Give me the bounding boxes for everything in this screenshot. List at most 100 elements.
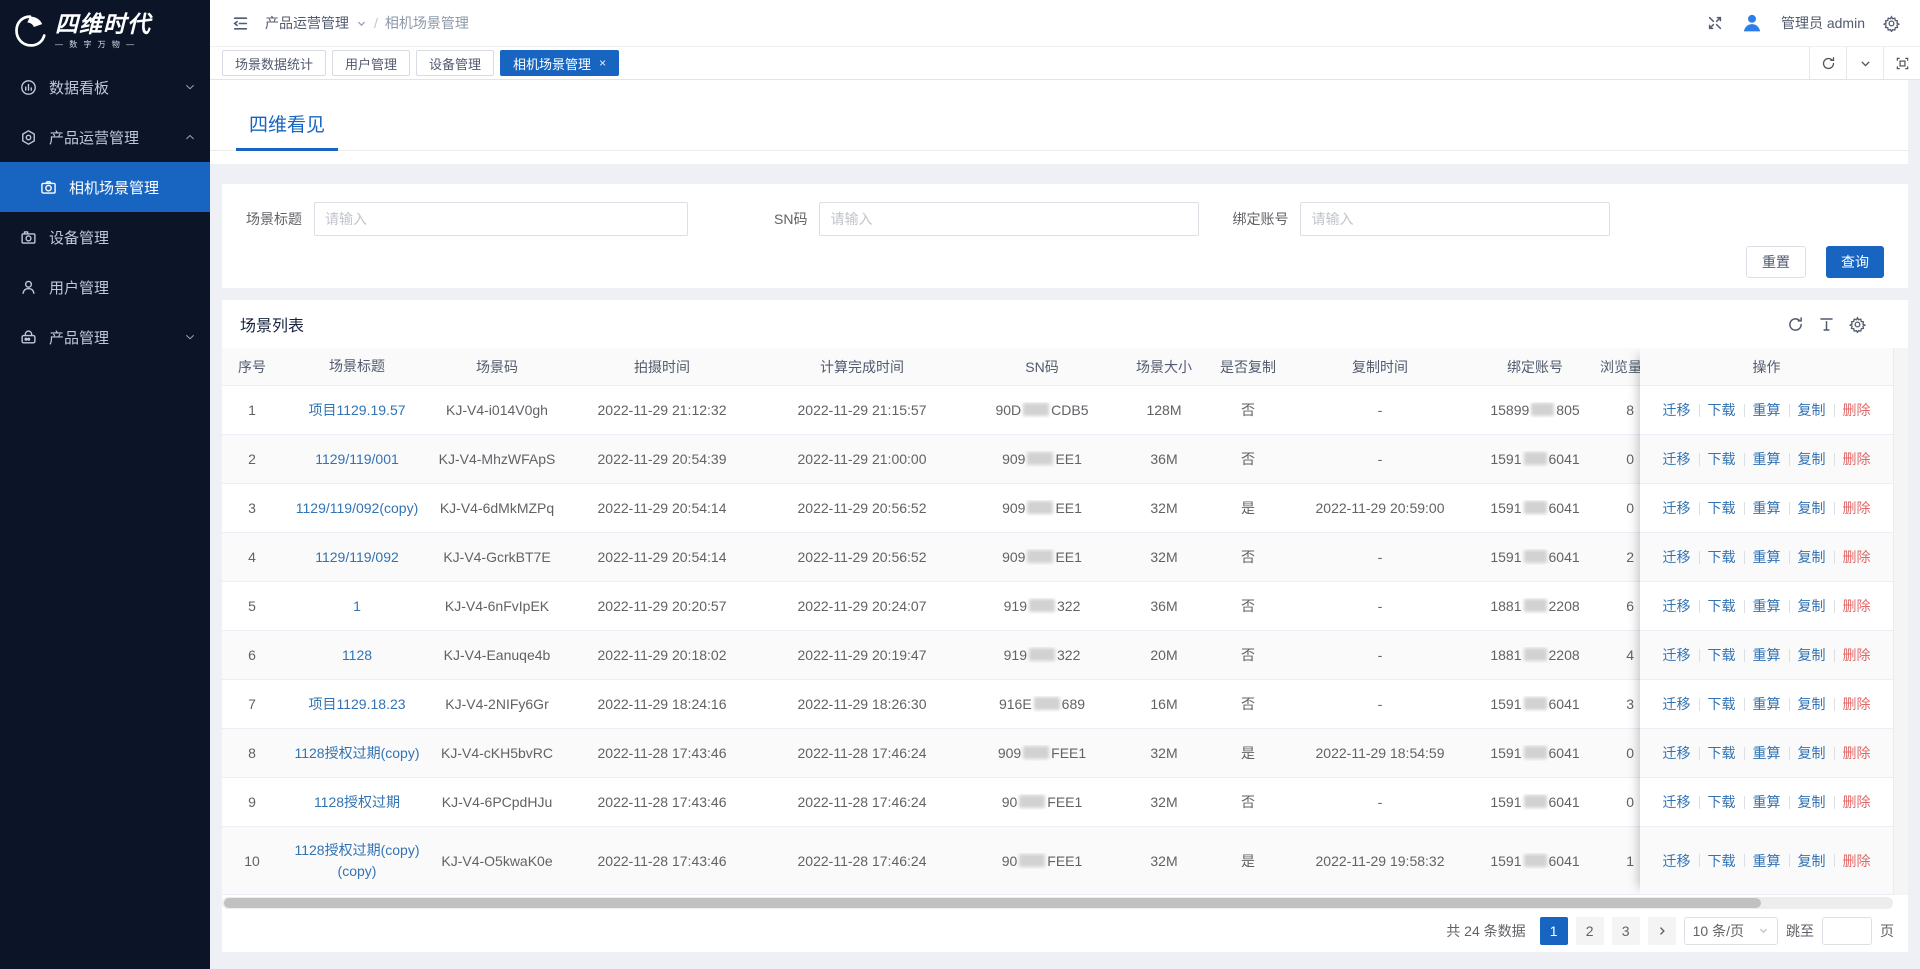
scene-title-link[interactable]: 1128授权过期	[314, 794, 400, 810]
migrate-action-link[interactable]: 迁移	[1663, 743, 1691, 763]
scene-title-link[interactable]: 项目1129.18.23	[308, 696, 405, 712]
migrate-action-link[interactable]: 迁移	[1663, 400, 1691, 420]
nav-tab-场景数据统计[interactable]: 场景数据统计	[222, 50, 326, 76]
download-action-link[interactable]: 下载	[1708, 596, 1736, 616]
scene-title-link[interactable]: 1129/119/092	[315, 549, 399, 565]
recompute-action-link[interactable]: 重算	[1753, 743, 1781, 763]
tab-siwei-kanjian[interactable]: 四维看见	[236, 110, 338, 151]
recompute-action-link[interactable]: 重算	[1753, 596, 1781, 616]
nav-tab-用户管理[interactable]: 用户管理	[332, 50, 410, 76]
scene-title-link[interactable]: 1129/119/092(copy)	[296, 500, 418, 516]
page-size-select[interactable]: 10 条/页	[1684, 917, 1778, 945]
download-action-link[interactable]: 下载	[1708, 743, 1736, 763]
copy-action-link[interactable]: 复制	[1798, 645, 1826, 665]
delete-action-link[interactable]: 删除	[1843, 792, 1871, 812]
jump-page-input[interactable]	[1822, 917, 1872, 945]
fullscreen-icon[interactable]	[1707, 15, 1723, 31]
page-button-2[interactable]: 2	[1576, 917, 1604, 945]
next-page-button[interactable]	[1648, 917, 1676, 945]
copy-action-link[interactable]: 复制	[1798, 498, 1826, 518]
delete-action-link[interactable]: 删除	[1843, 743, 1871, 763]
sidebar-item-用户管理[interactable]: 用户管理	[0, 262, 210, 312]
nav-tab-相机场景管理[interactable]: 相机场景管理×	[500, 50, 619, 76]
migrate-action-link[interactable]: 迁移	[1663, 547, 1691, 567]
delete-action-link[interactable]: 删除	[1843, 449, 1871, 469]
copy-action-link[interactable]: 复制	[1798, 851, 1826, 871]
scene-title-link[interactable]: 1128	[342, 647, 372, 663]
close-icon[interactable]: ×	[599, 56, 606, 70]
copy-action-link[interactable]: 复制	[1798, 743, 1826, 763]
migrate-action-link[interactable]: 迁移	[1663, 596, 1691, 616]
gear-icon[interactable]	[1883, 15, 1900, 32]
recompute-action-link[interactable]: 重算	[1753, 498, 1781, 518]
copy-action-link[interactable]: 复制	[1798, 547, 1826, 567]
sn-code: 919322	[962, 598, 1122, 614]
migrate-action-link[interactable]: 迁移	[1663, 449, 1691, 469]
migrate-action-link[interactable]: 迁移	[1663, 498, 1691, 518]
horizontal-scrollbar-thumb[interactable]	[224, 898, 1761, 908]
horizontal-scrollbar[interactable]	[222, 897, 1893, 909]
delete-action-link[interactable]: 删除	[1843, 645, 1871, 665]
migrate-action-link[interactable]: 迁移	[1663, 645, 1691, 665]
delete-action-link[interactable]: 删除	[1843, 400, 1871, 420]
migrate-action-link[interactable]: 迁移	[1663, 694, 1691, 714]
delete-action-link[interactable]: 删除	[1843, 851, 1871, 871]
download-action-link[interactable]: 下载	[1708, 851, 1736, 871]
sidebar-item-产品管理[interactable]: 产品管理	[0, 312, 210, 362]
bound-account-input[interactable]	[1300, 202, 1610, 236]
recompute-action-link[interactable]: 重算	[1753, 792, 1781, 812]
delete-action-link[interactable]: 删除	[1843, 498, 1871, 518]
column-settings-gear-icon[interactable]	[1849, 316, 1866, 333]
copy-action-link[interactable]: 复制	[1798, 400, 1826, 420]
download-action-link[interactable]: 下载	[1708, 400, 1736, 420]
recompute-action-link[interactable]: 重算	[1753, 694, 1781, 714]
recompute-action-link[interactable]: 重算	[1753, 449, 1781, 469]
recompute-action-link[interactable]: 重算	[1753, 547, 1781, 567]
search-button[interactable]: 查询	[1826, 246, 1884, 278]
sidebar-collapse-icon[interactable]	[232, 15, 249, 32]
page-button-1[interactable]: 1	[1540, 917, 1568, 945]
refresh-icon[interactable]	[1809, 47, 1846, 79]
download-action-link[interactable]: 下载	[1708, 645, 1736, 665]
chevron-down-icon[interactable]	[1846, 47, 1883, 79]
migrate-action-link[interactable]: 迁移	[1663, 792, 1691, 812]
sidebar-item-相机场景管理[interactable]: 相机场景管理	[0, 162, 210, 212]
scene-title-link[interactable]: 1128授权过期(copy) (copy)	[294, 842, 419, 878]
sidebar-item-数据看板[interactable]: 数据看板	[0, 62, 210, 112]
scene-title-link[interactable]: 1128授权过期(copy)	[294, 745, 419, 761]
maximize-frame-icon[interactable]	[1883, 47, 1920, 79]
scene-title-link[interactable]: 项目1129.19.57	[308, 402, 405, 418]
recompute-action-link[interactable]: 重算	[1753, 851, 1781, 871]
page-button-3[interactable]: 3	[1612, 917, 1640, 945]
refresh-icon[interactable]	[1787, 316, 1804, 333]
copy-action-link[interactable]: 复制	[1798, 792, 1826, 812]
sidebar-item-设备管理[interactable]: 设备管理	[0, 212, 210, 262]
delete-action-link[interactable]: 删除	[1843, 694, 1871, 714]
scene-title-link[interactable]: 1129/119/001	[315, 451, 399, 467]
reset-button[interactable]: 重置	[1746, 246, 1806, 278]
download-action-link[interactable]: 下载	[1708, 792, 1736, 812]
recompute-action-link[interactable]: 重算	[1753, 400, 1781, 420]
user-name[interactable]: 管理员 admin	[1781, 13, 1865, 33]
migrate-action-link[interactable]: 迁移	[1663, 851, 1691, 871]
nav-tab-设备管理[interactable]: 设备管理	[416, 50, 494, 76]
download-action-link[interactable]: 下载	[1708, 694, 1736, 714]
dashboard-icon	[20, 78, 38, 96]
scene-title-input[interactable]	[314, 202, 688, 236]
copy-action-link[interactable]: 复制	[1798, 694, 1826, 714]
sidebar-item-产品运营管理[interactable]: 产品运营管理	[0, 112, 210, 162]
delete-action-link[interactable]: 删除	[1843, 547, 1871, 567]
copy-action-link[interactable]: 复制	[1798, 449, 1826, 469]
recompute-action-link[interactable]: 重算	[1753, 645, 1781, 665]
copy-action-link[interactable]: 复制	[1798, 596, 1826, 616]
download-action-link[interactable]: 下载	[1708, 449, 1736, 469]
vertical-scrollbar[interactable]	[1893, 348, 1908, 895]
delete-action-link[interactable]: 删除	[1843, 596, 1871, 616]
scene-title-link[interactable]: 1	[353, 598, 361, 614]
divider	[1789, 854, 1790, 867]
sn-input[interactable]	[819, 202, 1199, 236]
download-action-link[interactable]: 下载	[1708, 547, 1736, 567]
download-action-link[interactable]: 下载	[1708, 498, 1736, 518]
export-icon[interactable]	[1818, 316, 1835, 333]
breadcrumb-parent[interactable]: 产品运营管理	[265, 13, 349, 33]
